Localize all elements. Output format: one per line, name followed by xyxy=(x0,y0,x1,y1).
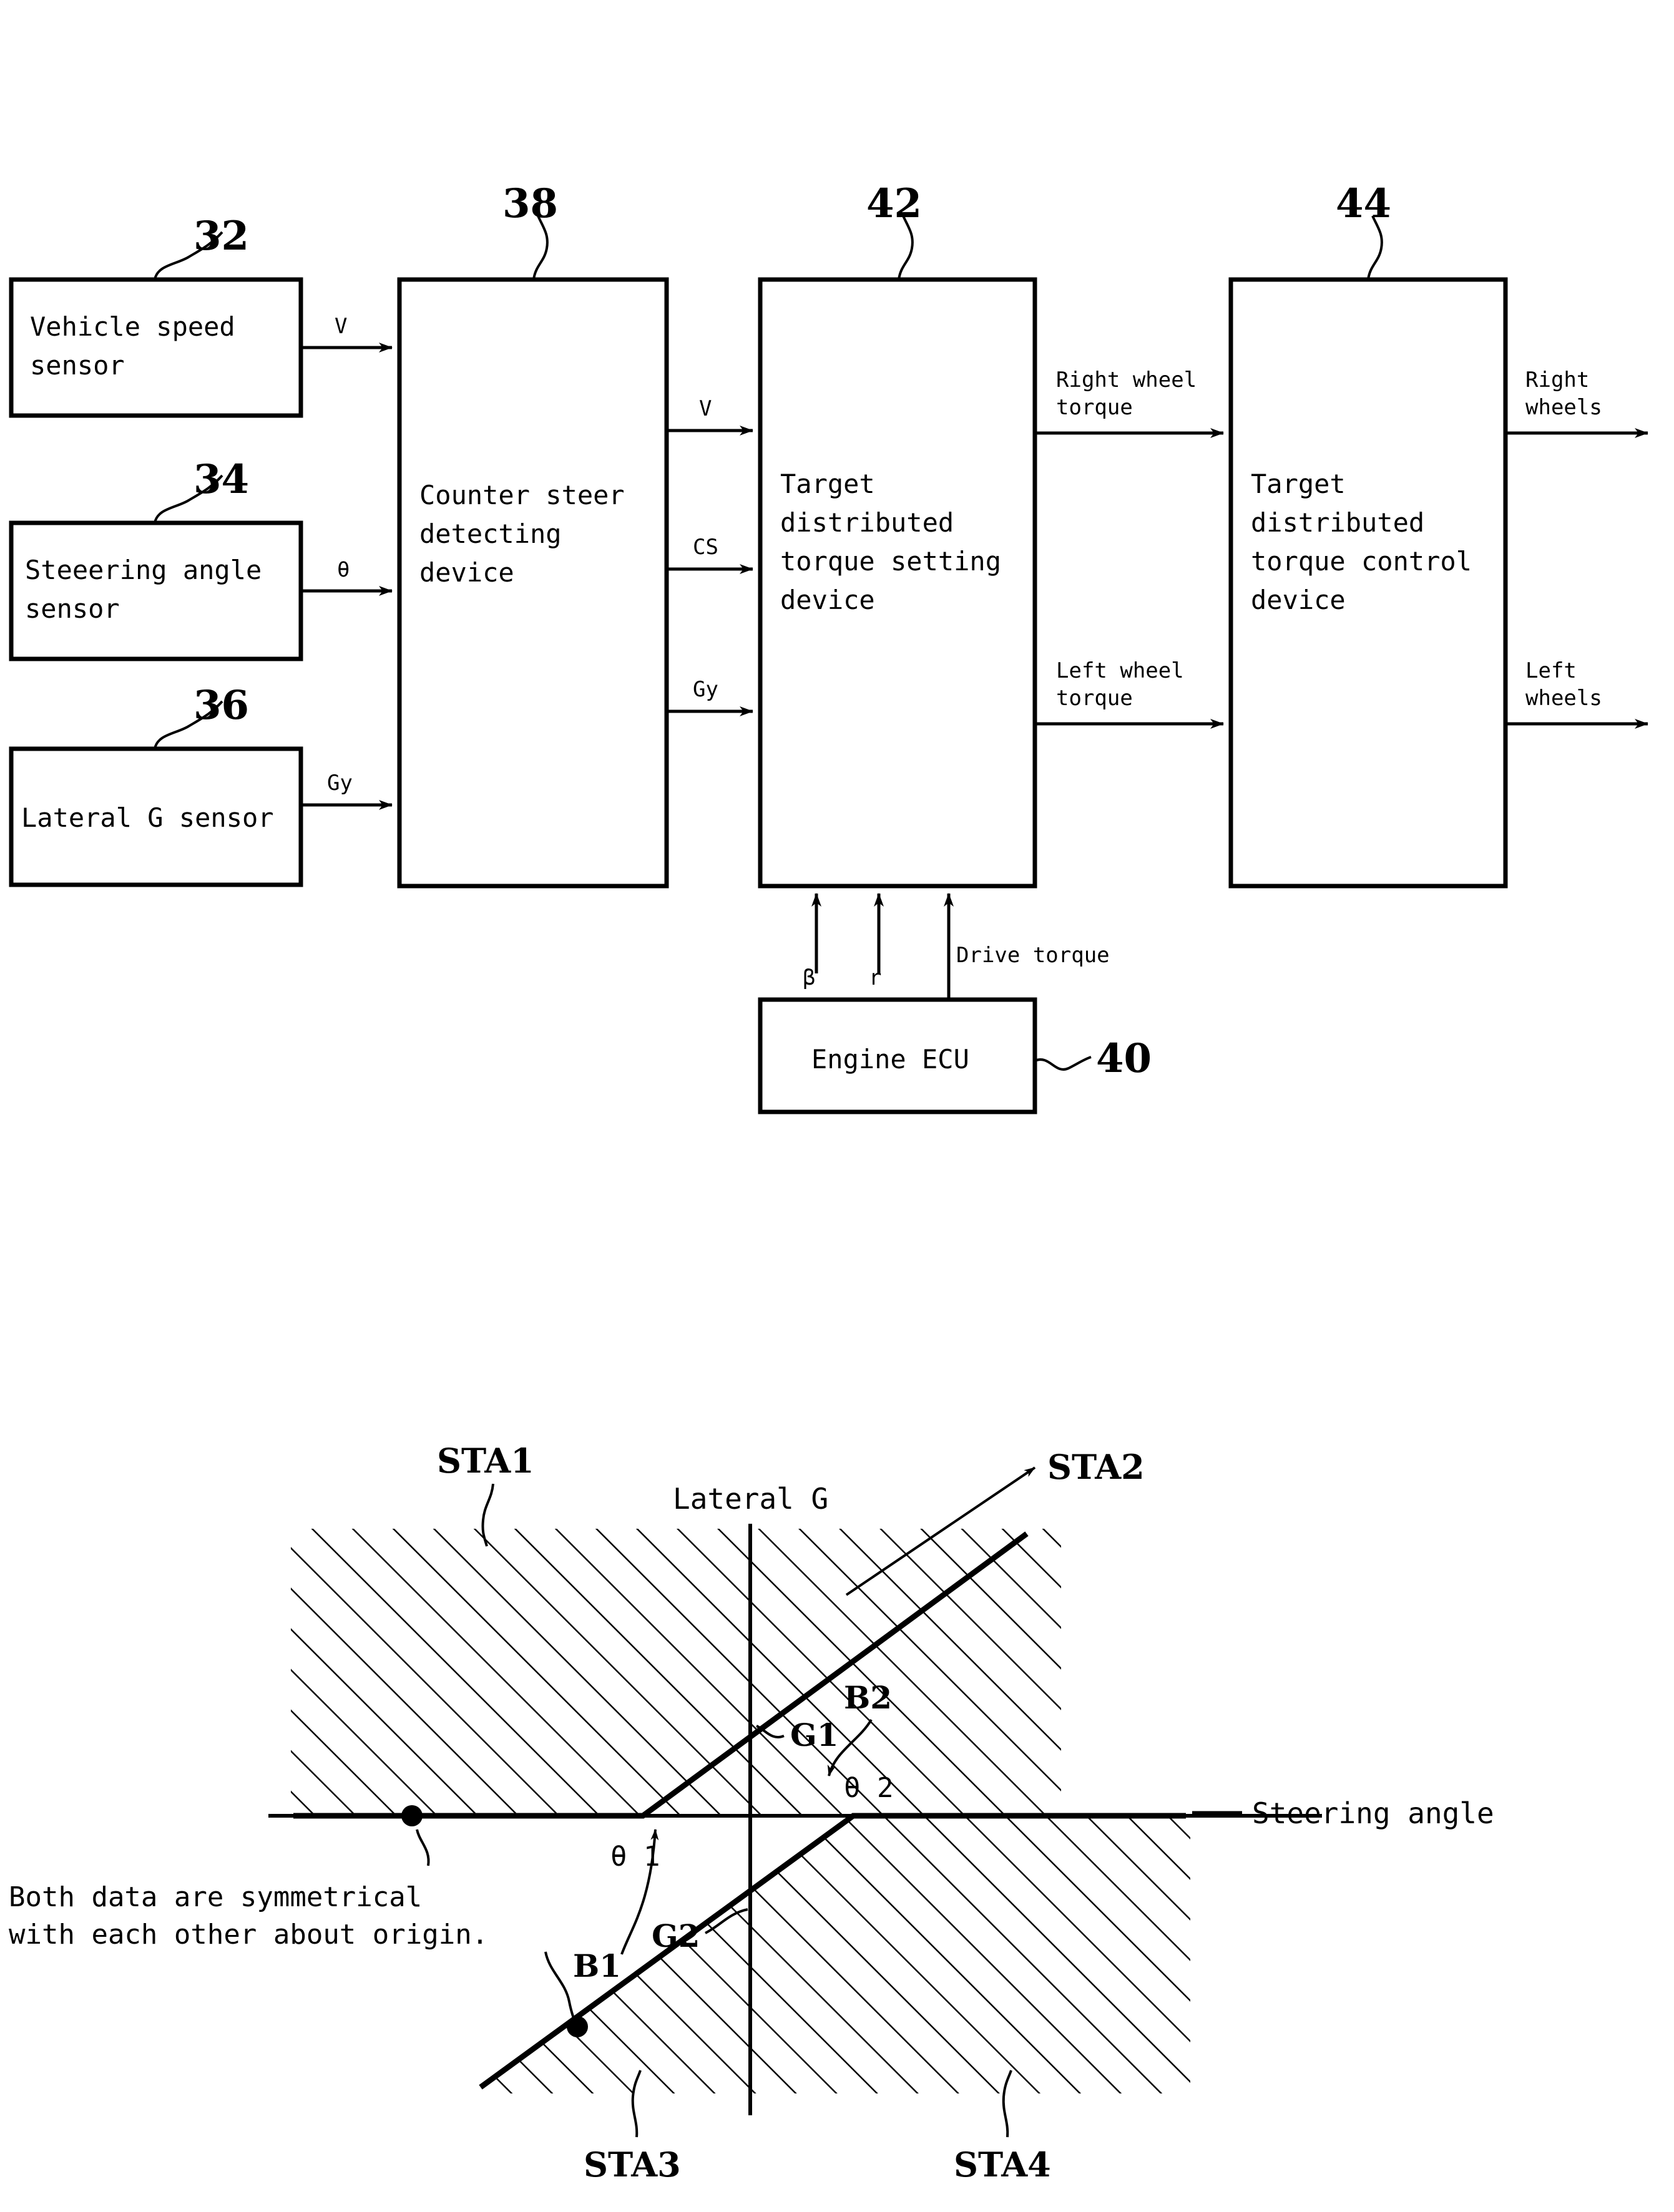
block-42-label-line3: torque setting xyxy=(780,546,1001,577)
note-leader-to-sta1-dot xyxy=(416,1829,430,1866)
patent-figure-page: Vehicle speed sensor 32 Steeering angle … xyxy=(0,0,1674,2212)
signal-label-drive-torque: Drive torque xyxy=(956,943,1110,968)
threshold-label-theta2: θ 2 xyxy=(844,1772,893,1804)
signal-label-right-wheels-l1: Right xyxy=(1525,368,1589,392)
ref-number-40: 40 xyxy=(1096,1035,1152,1082)
signal-label-left-wheels-l2: wheels xyxy=(1525,686,1602,711)
region-label-sta4: STA4 xyxy=(954,2145,1051,2185)
signal-label-gy-in: Gy xyxy=(327,771,353,796)
block-42-label-line1: Target xyxy=(780,469,875,499)
block-40-label-line1: Engine ECU xyxy=(811,1044,969,1074)
ref-leader-40 xyxy=(1034,1056,1092,1071)
block-34-label-line2: sensor xyxy=(25,593,120,624)
block-36-label-line1: Lateral G sensor xyxy=(21,802,274,833)
curve-label-g1: G1 xyxy=(790,1717,839,1753)
y-axis-label: Lateral G xyxy=(673,1482,828,1516)
signal-label-left-wheel-torque-l1: Left wheel xyxy=(1056,658,1184,683)
block-44-label-line3: torque control xyxy=(1251,546,1472,577)
signal-label-v-in: V xyxy=(335,314,347,339)
block-34-label-line1: Steeering angle xyxy=(25,555,262,585)
ref-number-34: 34 xyxy=(193,456,249,503)
block-counter-steer-detecting-device[interactable]: Counter steer detecting device xyxy=(397,277,669,889)
signal-label-right-wheels-l2: wheels xyxy=(1525,395,1602,420)
block-38-label-line3: device xyxy=(419,557,514,588)
signal-label-cs-out-v: V xyxy=(699,396,712,421)
ref-number-32: 32 xyxy=(193,213,249,260)
region-label-sta3: STA3 xyxy=(584,2145,681,2185)
signal-label-right-wheel-torque-l1: Right wheel xyxy=(1056,368,1197,392)
curve-label-b2: B2 xyxy=(844,1679,892,1716)
symmetry-note-line2: with each other about origin. xyxy=(9,1919,488,1951)
block-38-label-line2: detecting xyxy=(419,519,562,549)
block-target-distributed-torque-control-device[interactable]: Target distributed torque control device xyxy=(1228,277,1508,889)
block-target-distributed-torque-setting-device[interactable]: Target distributed torque setting device xyxy=(758,277,1037,889)
block-44-label-line1: Target xyxy=(1251,469,1346,499)
block-vehicle-speed-sensor[interactable]: Vehicle speed sensor xyxy=(9,277,303,418)
signal-label-cs-out-cs: CS xyxy=(693,535,718,560)
threshold-label-theta1: θ 1 xyxy=(610,1841,660,1873)
figure-canvas: Vehicle speed sensor 32 Steeering angle … xyxy=(9,180,1648,2185)
block-engine-ecu[interactable]: Engine ECU xyxy=(758,997,1037,1114)
signal-label-beta: β xyxy=(803,965,815,990)
block-38-label-line1: Counter steer xyxy=(419,480,625,510)
ref-number-36: 36 xyxy=(193,682,249,729)
signal-label-right-wheel-torque-l2: torque xyxy=(1056,395,1133,420)
curve-label-b1: B1 xyxy=(573,1947,621,1984)
curve-label-g2: G2 xyxy=(652,1917,700,1954)
block-42-label-line4: device xyxy=(780,585,875,615)
block-steering-angle-sensor[interactable]: Steeering angle sensor xyxy=(9,520,303,661)
block-44-label-line4: device xyxy=(1251,585,1346,615)
x-axis-label: Steering angle xyxy=(1252,1796,1494,1830)
hatched-region-sta4 xyxy=(853,1816,1190,2093)
block-32-label-line2: sensor xyxy=(30,350,125,381)
symmetry-note-line1: Both data are symmetrical xyxy=(9,1881,422,1913)
block-32-label-line1: Vehicle speed xyxy=(30,311,235,342)
marker-dot-sta1-edge xyxy=(401,1805,423,1826)
block-44-label-line2: distributed xyxy=(1251,507,1424,538)
block-lateral-g-sensor[interactable]: Lateral G sensor xyxy=(9,746,303,887)
signal-label-cs-out-gy: Gy xyxy=(693,677,718,702)
region-label-sta2: STA2 xyxy=(1047,1447,1145,1487)
region-label-sta1: STA1 xyxy=(437,1441,534,1481)
ref-number-42: 42 xyxy=(866,180,922,227)
signal-label-left-wheel-torque-l2: torque xyxy=(1056,686,1133,711)
signal-label-r: r xyxy=(869,965,881,990)
block-42-label-line2: distributed xyxy=(780,507,954,538)
ref-number-38: 38 xyxy=(502,180,558,227)
note-leader-to-b1-dot xyxy=(544,1951,578,2026)
signal-label-theta-in: θ xyxy=(337,557,350,582)
marker-dot-b1 xyxy=(567,2016,588,2037)
signal-label-left-wheels-l1: Left xyxy=(1525,658,1577,683)
ref-number-44: 44 xyxy=(1336,180,1391,227)
